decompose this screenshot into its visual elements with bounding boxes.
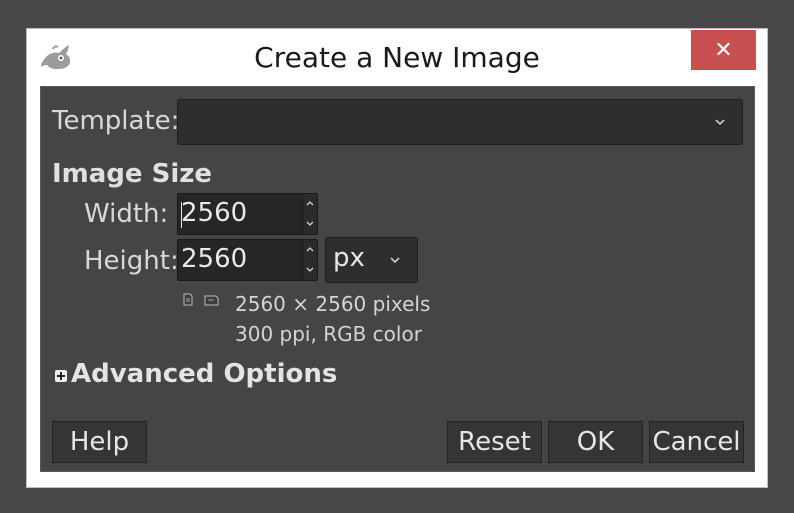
close-icon: ✕ xyxy=(714,37,733,63)
unit-value: px xyxy=(333,243,365,273)
template-dropdown[interactable] xyxy=(177,99,743,145)
advanced-options-expander[interactable]: Advanced Options xyxy=(71,359,337,389)
image-dimensions-summary: 2560 × 2560 pixels xyxy=(235,292,431,316)
width-spinbox[interactable]: 2560 xyxy=(177,193,318,235)
landscape-icon[interactable] xyxy=(204,295,219,306)
width-label: Width: xyxy=(84,199,169,229)
height-label: Height: xyxy=(84,246,179,276)
portrait-icon[interactable] xyxy=(182,293,194,306)
height-spin-arrows[interactable] xyxy=(302,240,317,280)
chevron-down-icon xyxy=(715,119,725,126)
expand-plus-icon[interactable] xyxy=(55,370,67,382)
template-label: Template: xyxy=(52,106,180,136)
ok-button[interactable]: OK xyxy=(548,421,643,463)
image-resolution-summary: 300 ppi, RGB color xyxy=(235,322,422,346)
title-bar[interactable]: Create a New Image ✕ xyxy=(27,29,767,87)
width-spin-arrows[interactable] xyxy=(302,194,317,234)
dialog-title: Create a New Image xyxy=(254,41,540,74)
image-size-heading: Image Size xyxy=(52,159,213,189)
width-value: 2560 xyxy=(181,198,248,228)
chevron-down-icon xyxy=(390,257,400,264)
help-button[interactable]: Help xyxy=(52,421,147,463)
height-spinbox[interactable]: 2560 xyxy=(177,239,318,281)
cancel-button[interactable]: Cancel xyxy=(649,421,744,463)
close-button[interactable]: ✕ xyxy=(691,30,756,70)
unit-dropdown[interactable]: px xyxy=(325,237,418,283)
dialog-content: Template: Image Size Width: 2560 Height:… xyxy=(40,86,755,472)
reset-button[interactable]: Reset xyxy=(447,421,542,463)
dialog-window: Create a New Image ✕ Template: Image Siz… xyxy=(26,28,768,488)
height-value: 2560 xyxy=(181,244,248,274)
